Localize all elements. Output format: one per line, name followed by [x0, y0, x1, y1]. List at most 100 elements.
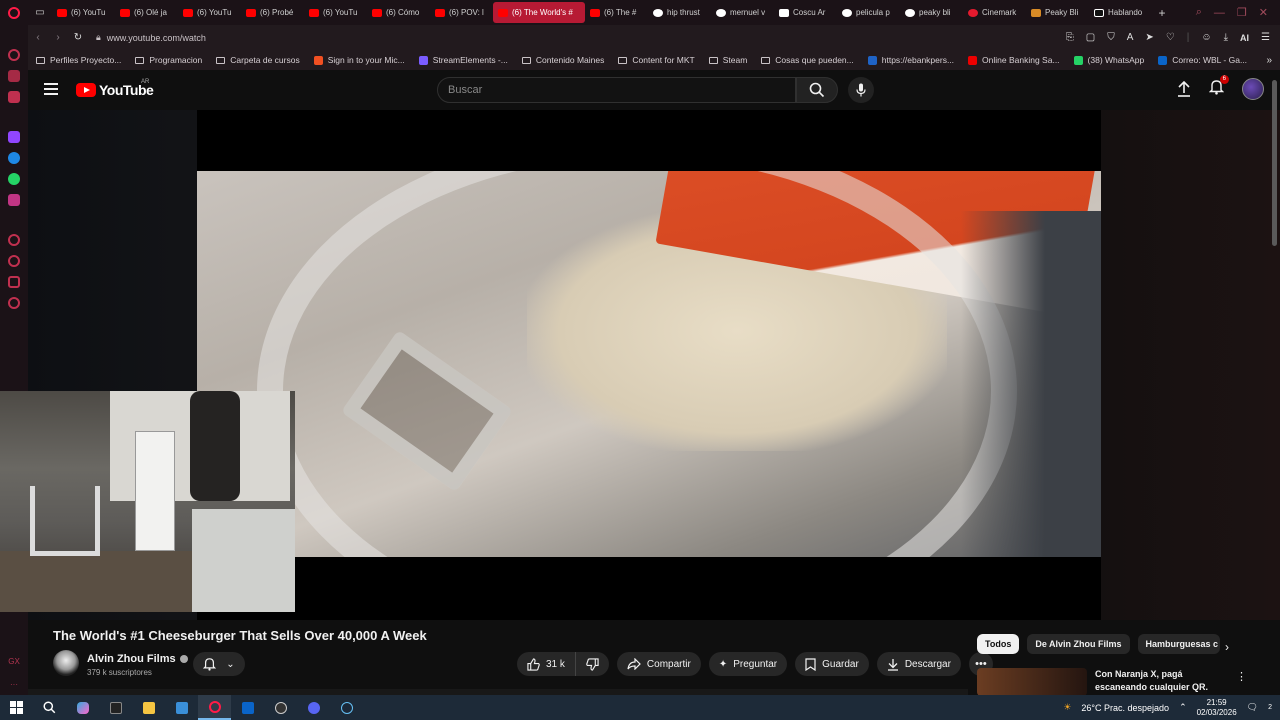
bookmark-item[interactable]: Sign in to your Mic...	[313, 55, 405, 65]
subscription-bell-button[interactable]: ⌄	[193, 652, 245, 676]
bookmark-item[interactable]: Correo: WBL - Ga...	[1158, 55, 1247, 65]
heart-icon[interactable]: ♡	[1166, 32, 1175, 43]
browser-tab[interactable]: hip thrust	[648, 2, 711, 23]
opera-menu-icon[interactable]	[0, 0, 28, 25]
search-button[interactable]	[796, 77, 838, 103]
chip-all[interactable]: Todos	[977, 634, 1020, 654]
file-explorer-taskbar-icon[interactable]	[132, 695, 165, 720]
twitch-icon[interactable]	[8, 131, 20, 143]
bookmark-item[interactable]: Carpeta de cursos	[216, 55, 300, 65]
share-button[interactable]: Compartir	[616, 652, 701, 676]
settings-icon[interactable]	[8, 297, 20, 309]
page-scrollbar[interactable]	[1272, 80, 1277, 246]
browser-tab[interactable]: (6) POV: l	[430, 2, 493, 23]
gx-corner-icon[interactable]	[8, 91, 20, 103]
reload-icon[interactable]: ↻	[68, 32, 88, 43]
bookmark-item[interactable]: Steam	[708, 55, 747, 65]
start-button[interactable]	[0, 695, 33, 720]
outlook-taskbar-icon[interactable]	[231, 695, 264, 720]
shield-icon[interactable]: ⛉	[1107, 32, 1115, 43]
clock[interactable]: 21:59 02/03/2026	[1197, 698, 1237, 718]
gx-icon[interactable]: GX	[8, 657, 20, 666]
bookmark-item[interactable]: (38) WhatsApp	[1073, 55, 1144, 65]
bookmark-item[interactable]: https://ebankpers...	[867, 55, 954, 65]
url-field[interactable]: 🔒︎ www.youtube.com/watch	[96, 32, 206, 43]
history-icon[interactable]	[8, 255, 20, 267]
browser-tab[interactable]: (6) Cómo	[367, 2, 430, 23]
back-icon[interactable]: ‹	[28, 32, 48, 43]
download-icon[interactable]: ⤓	[1224, 32, 1228, 43]
bookmark-page-icon[interactable]: ⎘	[1066, 32, 1074, 43]
browser-tab[interactable]: (6) The #	[585, 2, 648, 23]
player-icon[interactable]	[8, 234, 20, 246]
close-icon[interactable]: ✕	[1259, 6, 1268, 19]
download-button[interactable]: Descargar	[876, 652, 961, 676]
recommendation-thumbnail[interactable]	[977, 668, 1087, 696]
bookmark-item[interactable]: Content for MKT	[618, 55, 695, 65]
search-tabs-icon[interactable]: ⌕	[1196, 6, 1202, 19]
ask-button[interactable]: ✦ Preguntar	[708, 652, 788, 676]
browser-tab-active[interactable]: (6) The World's #	[493, 2, 585, 23]
music-player-icon[interactable]	[8, 70, 20, 82]
recommendation-menu-icon[interactable]: ⋮	[1236, 670, 1247, 683]
tray-chevron-icon[interactable]: ⌃	[1179, 702, 1187, 713]
recommendation-title[interactable]: Con Naranja X, pagá escaneando cualquier…	[1095, 668, 1215, 694]
calculator-taskbar-icon[interactable]	[165, 695, 198, 720]
chip-burgers[interactable]: Hamburguesas c	[1137, 634, 1220, 654]
bookmark-item[interactable]: Online Banking Sa...	[968, 55, 1060, 65]
channel-avatar[interactable]	[53, 650, 79, 676]
menu-icon[interactable]: ☰	[1261, 32, 1270, 43]
obs-taskbar-icon[interactable]	[264, 695, 297, 720]
browser-tab[interactable]: peaky bli	[900, 2, 963, 23]
forward-icon[interactable]: ›	[48, 32, 68, 43]
account-icon[interactable]: ☺	[1201, 32, 1211, 43]
messenger-icon[interactable]	[8, 152, 20, 164]
like-button[interactable]: 31 k	[517, 652, 576, 676]
hamburger-menu-icon[interactable]	[44, 83, 58, 95]
chip-channel[interactable]: De Alvin Zhou Films	[1027, 634, 1130, 654]
copilot-taskbar-icon[interactable]	[66, 695, 99, 720]
bookmark-item[interactable]: Programacion	[135, 55, 202, 65]
browser-tab[interactable]: Hablando	[1089, 2, 1152, 23]
channel-name-link[interactable]: Alvin Zhou Films	[87, 653, 188, 665]
browser-tab[interactable]: mernuel v	[711, 2, 774, 23]
browser-tab[interactable]: Coscu Ar	[774, 2, 837, 23]
tab-workspaces-icon[interactable]: ▭	[28, 0, 52, 25]
bookmark-item[interactable]: StreamElements -...	[418, 55, 508, 65]
terminal-taskbar-icon[interactable]	[99, 695, 132, 720]
aria-icon[interactable]	[8, 49, 20, 61]
chips-next-icon[interactable]: ›	[1225, 640, 1229, 654]
translate-icon[interactable]: A	[1127, 32, 1134, 43]
bookmark-item[interactable]: Perfiles Proyecto...	[36, 55, 121, 65]
maximize-icon[interactable]: ❐	[1237, 6, 1247, 19]
save-button[interactable]: Guardar	[795, 652, 869, 676]
more-icon[interactable]: ···	[10, 680, 18, 689]
new-tab-button[interactable]: +	[1152, 6, 1172, 20]
weather-text[interactable]: 26°C Prac. despejado	[1081, 703, 1169, 713]
browser-tab[interactable]: Peaky Bli	[1026, 2, 1089, 23]
steam-taskbar-icon[interactable]	[330, 695, 363, 720]
ai-button[interactable]: AI	[1240, 33, 1249, 43]
browser-tab[interactable]: (6) YouTu	[304, 2, 367, 23]
user-avatar[interactable]	[1242, 78, 1264, 100]
bookmark-item[interactable]: Cosas que pueden...	[761, 55, 854, 65]
search-taskbar-button[interactable]	[33, 695, 66, 720]
discord-taskbar-icon[interactable]	[297, 695, 330, 720]
instagram-icon[interactable]	[8, 194, 20, 206]
browser-tab[interactable]: Cinemark	[963, 2, 1026, 23]
whatsapp-icon[interactable]	[8, 173, 20, 185]
search-input[interactable]	[448, 84, 795, 96]
browser-tab[interactable]: (6) YouTu	[178, 2, 241, 23]
bookmarks-overflow-icon[interactable]: »	[1266, 55, 1272, 66]
browser-tab[interactable]: (6) YouTu	[52, 2, 115, 23]
browser-tab[interactable]: (6) Probé	[241, 2, 304, 23]
send-icon[interactable]: ➤	[1145, 32, 1153, 43]
bookmark-item[interactable]: Contenido Maines	[521, 55, 604, 65]
notifications-button[interactable]: 6	[1208, 74, 1229, 100]
minimize-icon[interactable]: —	[1214, 7, 1225, 19]
opera-gx-taskbar-icon[interactable]	[198, 695, 231, 720]
dislike-button[interactable]	[576, 652, 609, 676]
browser-tab[interactable]: (6) Olé ja	[115, 2, 178, 23]
browser-tab[interactable]: pelicula p	[837, 2, 900, 23]
upload-icon[interactable]	[1177, 81, 1191, 97]
